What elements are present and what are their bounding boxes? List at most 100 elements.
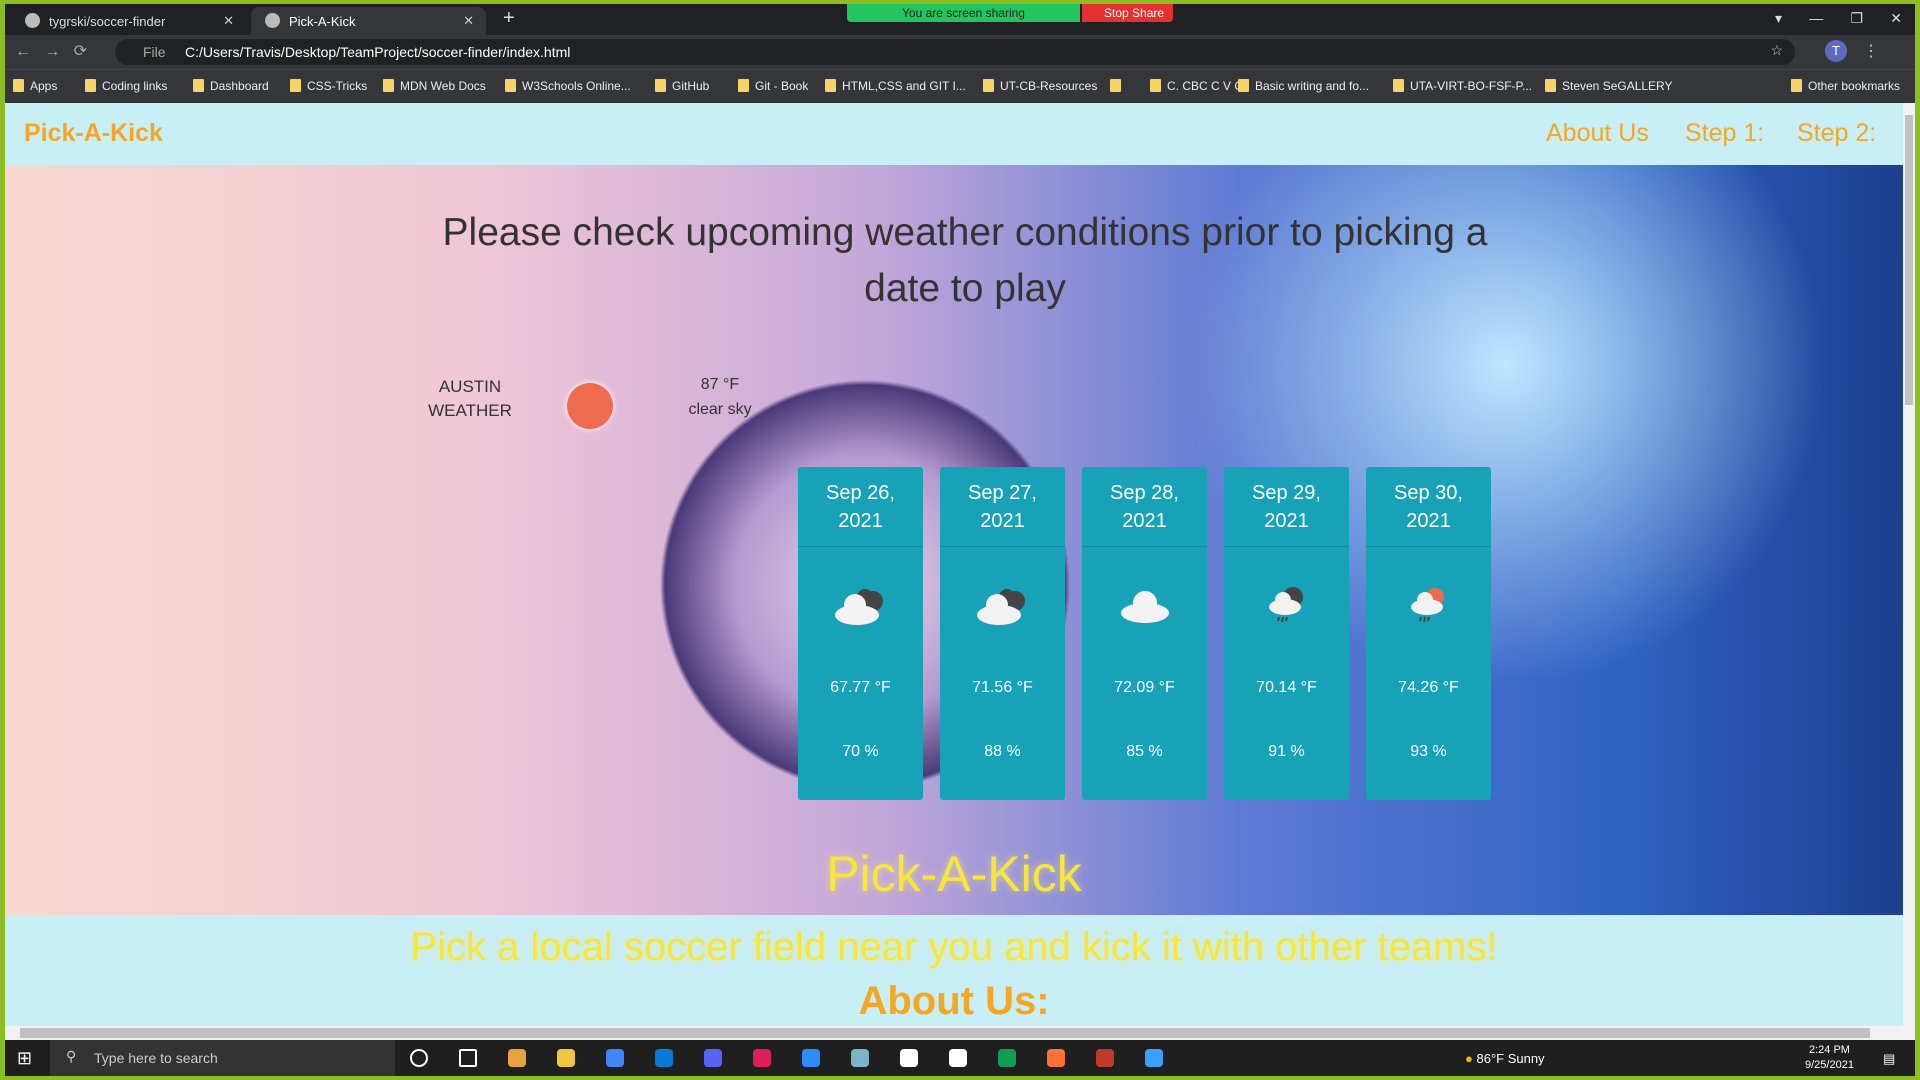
taskbar-app-icon[interactable] [802,1049,820,1067]
rain-sun-icon [1397,585,1461,625]
taskbar-app-icon[interactable] [606,1049,624,1067]
weather-widget[interactable]: ● 86°F Sunny [1465,1051,1545,1066]
window-controls[interactable]: ▾ — ❐ ✕ [1775,10,1902,27]
forecast-temp: 70.14 °F [1256,679,1317,696]
close-tab-icon[interactable]: ✕ [223,13,234,29]
taskbar-app-icon[interactable] [557,1049,575,1067]
screen-share-banner: You are screen sharing [847,4,1080,22]
cloud-icon [1113,585,1177,625]
close-tab-icon[interactable]: ✕ [463,13,474,29]
taskbar-app-icon[interactable] [900,1049,918,1067]
bookmark-other[interactable]: Other bookmarks [1791,79,1900,93]
taskbar-app-icon[interactable] [459,1049,477,1067]
bookmark-label: C. CBC C V C [1167,79,1244,93]
forecast-date: Sep 30, 2021 [1366,467,1491,547]
bookmark-item[interactable]: W3Schools Online... [505,79,631,93]
bookmark-item[interactable]: Apps [13,79,57,93]
time: 2:24 PM [1808,1044,1850,1056]
forecast-temp: 72.09 °F [1114,679,1175,696]
forecast-date: Sep 29, 2021 [1224,467,1349,547]
clock[interactable]: 2:24 PM 9/25/2021 [1805,1043,1854,1073]
bookmark-label: Apps [30,79,58,93]
bookmark-item[interactable]: Coding links [85,79,167,93]
stop-share-button[interactable]: Stop Share [1082,4,1173,22]
bookmark-item[interactable]: GitHub [655,79,709,93]
new-tab-button[interactable]: + [503,7,515,30]
profile-avatar[interactable]: T [1825,40,1847,62]
weather-heading: Please check upcoming weather conditions… [442,211,1488,310]
taskbar-app-icon[interactable] [1145,1049,1163,1067]
sun-icon [567,383,613,429]
file-label: File [143,44,166,60]
bookmark-label: Git - Book [755,79,809,93]
taskbar-app-icon[interactable] [410,1049,428,1067]
search-icon: ⚲ [66,1048,77,1064]
tab-pick-a-kick[interactable]: Pick-A-Kick ✕ [251,7,486,35]
nav-buttons[interactable]: ← → ⟳ [15,41,87,61]
bookmark-icon [290,79,301,92]
bookmark-icon [383,79,394,92]
bookmark-icon [825,79,836,92]
taskbar-app-icon[interactable] [508,1049,526,1067]
brand-link[interactable]: Pick-A-Kick [24,119,163,148]
url-field[interactable]: File C:/Users/Travis/Desktop/TeamProject/… [115,39,1795,65]
city-label: AUSTIN WEATHER [428,377,512,420]
forecast-card: Sep 30, 2021 74.26 °F 93 % [1366,467,1491,800]
bookmark-label: MDN Web Docs [400,79,486,93]
windows-start-icon[interactable]: ⊞ [17,1048,32,1069]
taskbar-search[interactable]: ⚲ Type here to search [50,1040,395,1076]
taskbar-app-icon[interactable] [851,1049,869,1067]
bookmark-icon [85,79,96,92]
forecast-date: Sep 27, 2021 [940,467,1065,547]
forecast-humidity: 93 % [1410,743,1447,760]
weather-text: 86°F Sunny [1476,1051,1545,1066]
notifications-icon[interactable]: ▤ [1883,1051,1895,1067]
bookmark-item[interactable]: MDN Web Docs [383,79,486,93]
taskbar: ⊞ ⚲ Type here to search ● 86°F Sunny 2:24… [5,1040,1915,1076]
bookmark-icon [738,79,749,92]
bookmark-icon [1238,79,1249,92]
taskbar-app-icon[interactable] [1047,1049,1065,1067]
bookmark-item[interactable]: HTML,CSS and GIT I... [825,79,966,93]
nav-step-2[interactable]: Step 2: [1797,119,1876,148]
taskbar-app-icon[interactable] [1096,1049,1114,1067]
bookmark-label: W3Schools Online... [522,79,631,93]
nav-about-us[interactable]: About Us [1546,119,1649,148]
forecast-humidity: 85 % [1126,743,1163,760]
forecast-humidity: 70 % [842,743,879,760]
bookmark-item[interactable] [1110,79,1127,93]
forecast-humidity: 88 % [984,743,1021,760]
bookmark-item[interactable]: Git - Book [738,79,808,93]
forecast-card: Sep 29, 2021 70.14 °F 91 % [1224,467,1349,800]
taskbar-app-icon[interactable] [655,1049,673,1067]
taskbar-app-icon[interactable] [753,1049,771,1067]
taskbar-app-icon[interactable] [998,1049,1016,1067]
forecast-date: Sep 26, 2021 [798,467,923,547]
taskbar-app-icon[interactable] [704,1049,722,1067]
menu-icon[interactable]: ⋮ [1863,41,1879,61]
star-icon[interactable]: ☆ [1770,42,1783,59]
bookmark-item[interactable]: C. CBC C V C [1150,79,1243,93]
tab-title: tygrski/soccer-finder [49,14,166,29]
hero-section: Please check upcoming weather conditions… [5,165,1903,969]
vertical-scroll-thumb[interactable] [1905,115,1913,405]
about-heading: About Us: [858,979,1050,1023]
bookmark-icon [505,79,516,92]
bookmark-icon [655,79,666,92]
bookmark-item[interactable]: Basic writing and fo... [1238,79,1369,93]
bookmark-item[interactable]: UT-CB-Resources [983,79,1097,93]
bookmark-item[interactable]: Dashboard [193,79,269,93]
bookmark-item[interactable]: CSS-Tricks [290,79,367,93]
nav-step-1[interactable]: Step 1: [1685,119,1764,148]
taskbar-app-icon[interactable] [949,1049,967,1067]
github-icon [25,13,40,28]
bookmark-item[interactable]: Steven SeGALLERY [1545,79,1673,93]
forecast-date: Sep 28, 2021 [1082,467,1207,547]
forecast-humidity: 91 % [1268,743,1305,760]
bookmark-label: Other bookmarks [1808,79,1901,93]
tab-github[interactable]: tygrski/soccer-finder ✕ [11,7,246,35]
horizontal-scroll-thumb[interactable] [20,1028,1870,1038]
bookmark-icon [983,79,994,92]
bookmark-item[interactable]: UTA-VIRT-BO-FSF-P... [1393,79,1532,93]
forecast-temp: 74.26 °F [1398,679,1459,696]
